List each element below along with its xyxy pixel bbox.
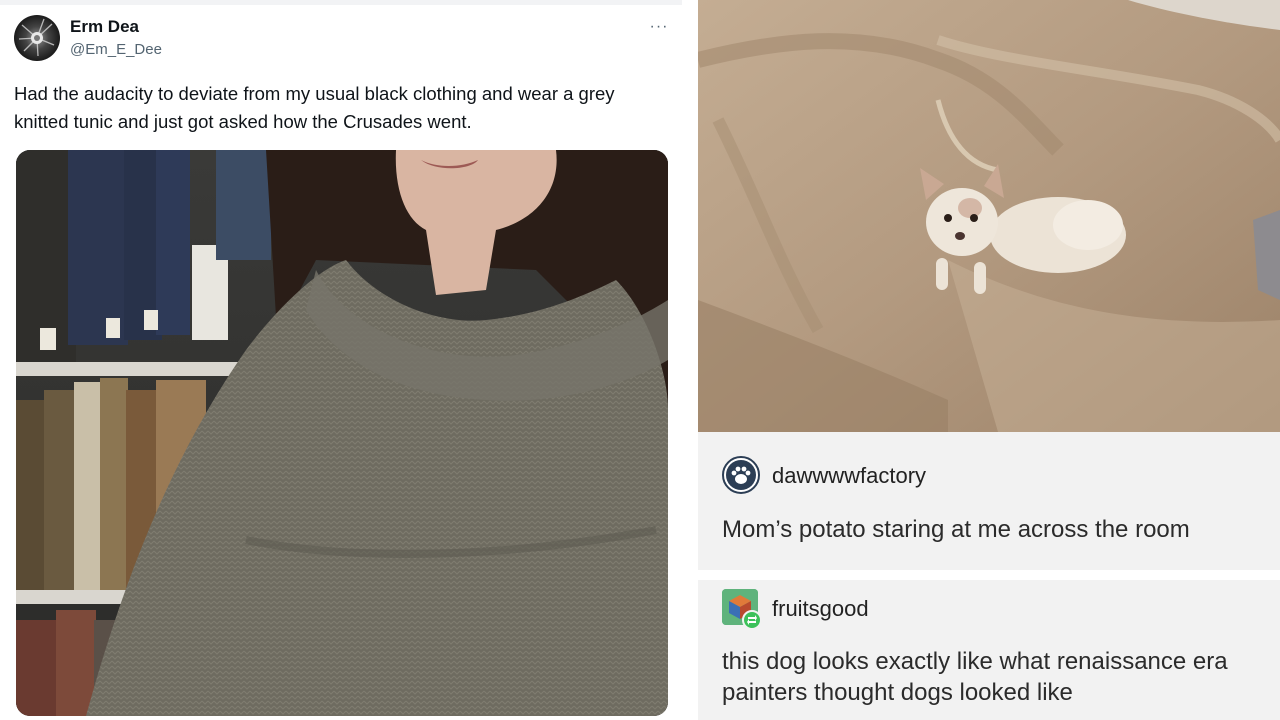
divider <box>698 570 1280 580</box>
reblog-icon <box>742 610 762 630</box>
more-options-button[interactable]: ··· <box>646 18 672 36</box>
blog-name[interactable]: dawwwwfactory <box>772 463 926 489</box>
avatar[interactable] <box>722 456 760 494</box>
avatar[interactable] <box>14 15 60 61</box>
reblog-thread: dawwwwfactory Mom’s potato staring at me… <box>698 432 1280 720</box>
tweet-text: Had the audacity to deviate from my usua… <box>14 83 615 132</box>
user-handle[interactable]: @Em_E_Dee <box>70 41 162 58</box>
avatar-image <box>18 18 55 57</box>
divider <box>0 0 682 5</box>
post-photo[interactable] <box>698 0 1280 432</box>
photo-image <box>698 0 1280 432</box>
tweet-card: Erm Dea @Em_E_Dee ··· Had the audacity t… <box>0 0 682 720</box>
tumblr-post: dawwwwfactory Mom’s potato staring at me… <box>698 0 1280 720</box>
tweet-photo[interactable] <box>16 150 668 716</box>
post-text: Mom’s potato staring at me across the ro… <box>722 516 1190 543</box>
paw-icon <box>726 460 756 490</box>
blog-name[interactable]: fruitsgood <box>772 596 869 622</box>
photo-image <box>16 150 668 716</box>
reblog-arrows-icon <box>747 615 757 625</box>
display-name[interactable]: Erm Dea <box>70 17 139 37</box>
post-text: this dog looks exactly like what renaiss… <box>722 648 1228 706</box>
